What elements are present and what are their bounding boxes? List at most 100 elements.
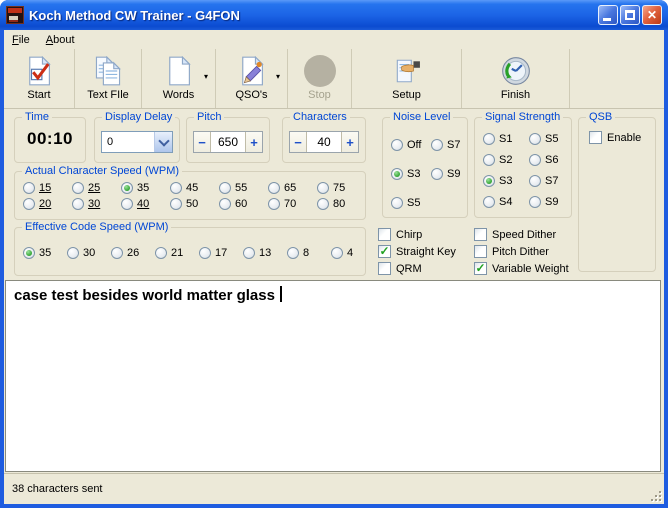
setup-button[interactable]: Setup bbox=[352, 49, 462, 108]
radio-noise-off[interactable]: Off bbox=[391, 130, 421, 159]
radio-effective-26[interactable]: 26 bbox=[111, 247, 155, 259]
radio-label: 35 bbox=[137, 182, 150, 194]
words-button[interactable]: Words ▾ bbox=[142, 49, 216, 108]
start-button[interactable]: Start bbox=[4, 49, 75, 108]
radio-indicator bbox=[23, 198, 35, 210]
display-delay-value: 0 bbox=[107, 136, 114, 148]
radio-effective-13[interactable]: 13 bbox=[243, 247, 287, 259]
radio-actual-50[interactable]: 50 bbox=[170, 196, 219, 212]
signal-strength-group: Signal Strength S1 S2 S3 S4 S5 S6 S7 S9 bbox=[474, 111, 572, 218]
checkbox-indicator: ✓ bbox=[474, 245, 487, 258]
checkbox-variable-weight[interactable]: ✓ Variable Weight bbox=[474, 260, 569, 277]
title-bar[interactable]: Koch Method CW Trainer - G4FON ✕ bbox=[0, 0, 668, 30]
maximize-button[interactable] bbox=[620, 5, 640, 25]
radio-actual-55[interactable]: 55 bbox=[219, 180, 268, 196]
qsos-button[interactable]: QSO's ▾ bbox=[216, 49, 288, 108]
radio-signal-s4[interactable]: S4 bbox=[483, 191, 512, 212]
radio-actual-15[interactable]: 15 bbox=[23, 180, 72, 196]
checkbox-label: QRM bbox=[396, 262, 422, 275]
checkbox-chirp[interactable]: ✓ Chirp bbox=[378, 226, 456, 243]
checkbox-pitch-dither[interactable]: ✓ Pitch Dither bbox=[474, 243, 569, 260]
menu-file-rest: ile bbox=[18, 33, 30, 46]
status-text: 38 characters sent bbox=[12, 483, 103, 495]
qsb-group-label: QSB bbox=[586, 111, 616, 124]
checkbox-label: Speed Dither bbox=[492, 228, 557, 241]
radio-signal-s7[interactable]: S7 bbox=[529, 170, 558, 191]
radio-noise-s5[interactable]: S5 bbox=[391, 188, 421, 217]
radio-actual-80[interactable]: 80 bbox=[317, 196, 366, 212]
radio-signal-s2[interactable]: S2 bbox=[483, 149, 512, 170]
radio-signal-s9[interactable]: S9 bbox=[529, 191, 558, 212]
radio-signal-s5[interactable]: S5 bbox=[529, 128, 558, 149]
radio-indicator bbox=[391, 196, 403, 209]
radio-actual-40[interactable]: 40 bbox=[121, 196, 170, 212]
pitch-value[interactable]: 650 bbox=[211, 132, 245, 152]
pitch-decrement-button[interactable]: − bbox=[194, 132, 211, 152]
radio-actual-20[interactable]: 20 bbox=[23, 196, 72, 212]
display-delay-select[interactable]: 0 bbox=[101, 131, 173, 153]
radio-noise-s7[interactable]: S7 bbox=[431, 130, 460, 159]
output-textarea[interactable]: case test besides world matter glass bbox=[5, 280, 661, 472]
pitch-increment-button[interactable]: + bbox=[245, 132, 262, 152]
radio-indicator bbox=[431, 167, 443, 180]
radio-indicator bbox=[529, 132, 541, 145]
characters-spinner: − 40 + bbox=[289, 131, 359, 153]
checkbox-speed-dither[interactable]: ✓ Speed Dither bbox=[474, 226, 569, 243]
menu-file[interactable]: File bbox=[4, 32, 38, 48]
radio-indicator bbox=[243, 247, 255, 259]
radio-noise-s9[interactable]: S9 bbox=[431, 159, 460, 188]
checkmark-icon: ✓ bbox=[475, 261, 486, 275]
characters-decrement-button[interactable]: − bbox=[290, 132, 307, 152]
characters-increment-button[interactable]: + bbox=[341, 132, 358, 152]
radio-effective-30[interactable]: 30 bbox=[67, 247, 111, 259]
radio-signal-s3[interactable]: S3 bbox=[483, 170, 512, 191]
radio-effective-4[interactable]: 4 bbox=[331, 247, 375, 259]
radio-signal-s6[interactable]: S6 bbox=[529, 149, 558, 170]
radio-actual-25[interactable]: 25 bbox=[72, 180, 121, 196]
actual-speed-col: 75 80 bbox=[317, 180, 366, 212]
checkbox-qrm[interactable]: ✓ QRM bbox=[378, 260, 456, 277]
checkbox-label: Variable Weight bbox=[492, 262, 569, 275]
radio-indicator bbox=[317, 182, 329, 194]
checkbox-qsb-enable[interactable]: ✓ Enable bbox=[589, 131, 655, 144]
text-file-button[interactable]: Text FIle bbox=[75, 49, 142, 108]
radio-indicator bbox=[529, 153, 541, 166]
chevron-down-icon bbox=[157, 134, 170, 147]
signal-strength-col2: S5 S6 S7 S9 bbox=[529, 128, 558, 212]
actual-speed-col: 25 30 bbox=[72, 180, 121, 212]
minimize-button[interactable] bbox=[598, 5, 618, 25]
radio-label: 13 bbox=[259, 247, 272, 259]
menu-about[interactable]: About bbox=[38, 32, 83, 48]
actual-speed-col: 45 50 bbox=[170, 180, 219, 212]
radio-label: 20 bbox=[39, 198, 52, 210]
radio-effective-8[interactable]: 8 bbox=[287, 247, 331, 259]
display-delay-dropdown-button[interactable] bbox=[154, 132, 172, 152]
close-button[interactable]: ✕ bbox=[642, 5, 662, 25]
checkbox-straight-key[interactable]: ✓ Straight Key bbox=[378, 243, 456, 260]
radio-indicator bbox=[391, 138, 403, 151]
radio-actual-60[interactable]: 60 bbox=[219, 196, 268, 212]
radio-indicator bbox=[219, 198, 231, 210]
words-dropdown-icon[interactable]: ▾ bbox=[204, 72, 208, 81]
radio-effective-17[interactable]: 17 bbox=[199, 247, 243, 259]
radio-actual-75[interactable]: 75 bbox=[317, 180, 366, 196]
radio-effective-21[interactable]: 21 bbox=[155, 247, 199, 259]
qsos-dropdown-icon[interactable]: ▾ bbox=[276, 72, 280, 81]
radio-effective-35[interactable]: 35 bbox=[23, 247, 67, 259]
radio-actual-45[interactable]: 45 bbox=[170, 180, 219, 196]
radio-actual-35[interactable]: 35 bbox=[121, 180, 170, 196]
signal-strength-col1: S1 S2 S3 S4 bbox=[483, 128, 512, 212]
radio-actual-30[interactable]: 30 bbox=[72, 196, 121, 212]
radio-indicator bbox=[268, 198, 280, 210]
radio-noise-s3[interactable]: S3 bbox=[391, 159, 421, 188]
finish-icon bbox=[500, 54, 532, 88]
characters-value[interactable]: 40 bbox=[307, 132, 341, 152]
finish-button[interactable]: Finish bbox=[462, 49, 570, 108]
resize-grip[interactable] bbox=[649, 489, 663, 503]
radio-label: 30 bbox=[83, 247, 96, 259]
radio-actual-65[interactable]: 65 bbox=[268, 180, 317, 196]
radio-signal-s1[interactable]: S1 bbox=[483, 128, 512, 149]
radio-actual-70[interactable]: 70 bbox=[268, 196, 317, 212]
radio-indicator bbox=[23, 247, 35, 259]
radio-indicator bbox=[121, 198, 133, 210]
